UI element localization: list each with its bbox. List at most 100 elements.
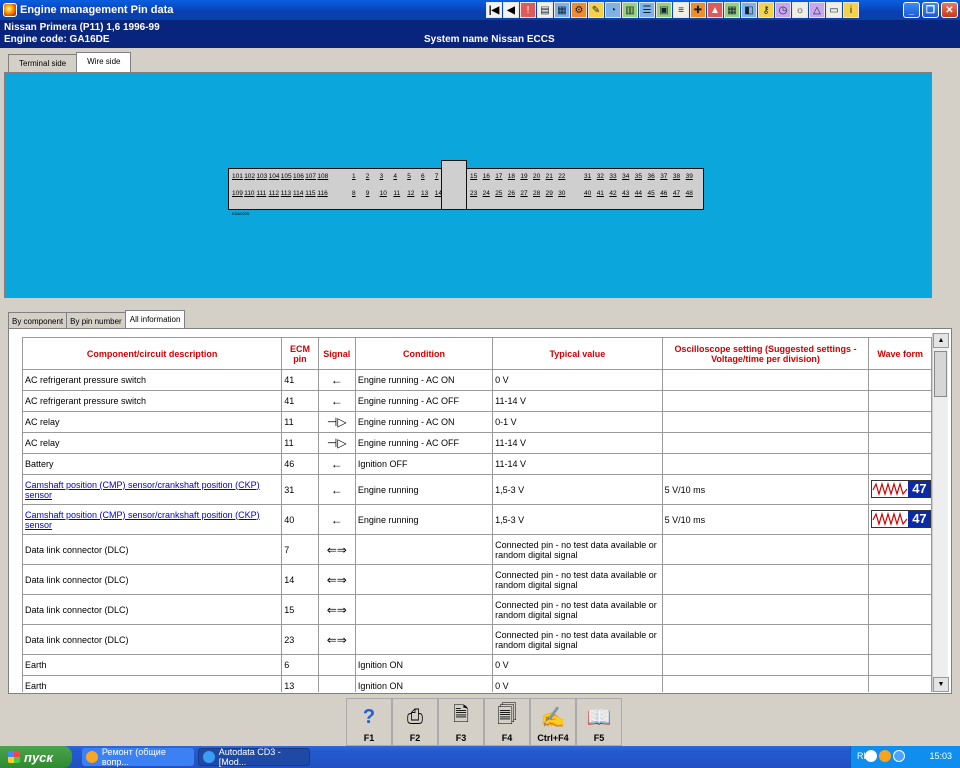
table-row[interactable]: Data link connector (DLC) 23 ⇐⇒ Connected p… — [21, 624, 932, 655]
table-row[interactable]: Camshaft position (CMP) sensor/crankshaf… — [21, 504, 932, 535]
close-icon[interactable]: ✕ — [941, 2, 958, 18]
connector-pin[interactable]: 39 — [686, 173, 693, 180]
connector-pin[interactable]: 31 — [584, 173, 591, 180]
diagram-icon[interactable]: ◧ — [741, 2, 757, 18]
table-row[interactable]: AC refrigerant pressure switch 41 ← Engine … — [21, 369, 932, 391]
connector-pin[interactable]: 106 — [293, 173, 304, 180]
connector-pin[interactable]: 2 — [366, 173, 370, 180]
connector-pin[interactable]: 8 — [352, 190, 356, 197]
first-record-icon[interactable]: |◀ — [486, 2, 502, 18]
component-link[interactable]: Camshaft position (CMP) sensor/crankshaf… — [25, 480, 260, 500]
connector-pin[interactable]: 111 — [256, 190, 266, 197]
connector-pin[interactable]: 46 — [660, 190, 667, 197]
connector-pin[interactable]: 22 — [558, 173, 565, 180]
connector-pin[interactable]: 107 — [305, 173, 316, 180]
language-indicator[interactable]: RL — [857, 751, 869, 761]
list-icon[interactable]: ☰ — [639, 2, 655, 18]
service-icon[interactable]: ▲ — [707, 2, 723, 18]
tab-all-information[interactable]: All information — [124, 310, 186, 330]
connector-pin[interactable]: 21 — [546, 173, 553, 180]
connector-pin[interactable]: 115 — [305, 190, 315, 197]
f1-button[interactable]: ? F1 — [346, 698, 392, 746]
connector-pin[interactable]: 113 — [281, 190, 291, 197]
antivirus-icon[interactable] — [879, 750, 891, 762]
connector-pin[interactable]: 116 — [317, 190, 327, 197]
table-row[interactable]: Data link connector (DLC) 7 ⇐⇒ Connected pi… — [21, 534, 932, 565]
connector-pin[interactable]: 35 — [635, 173, 642, 180]
module-icon[interactable]: ▣ — [656, 2, 672, 18]
scroll-down-icon[interactable]: ▼ — [933, 677, 949, 692]
table-row[interactable]: Earth 13 Ignition ON 0 V — [21, 675, 932, 692]
connector-pin[interactable]: 105 — [281, 173, 292, 180]
connector-pin[interactable]: 112 — [269, 190, 279, 197]
connector-pin[interactable]: 14 — [435, 190, 442, 197]
connector-pin[interactable]: 33 — [609, 173, 616, 180]
connector-pin[interactable]: 24 — [483, 190, 490, 197]
connector-pin[interactable]: 20 — [533, 173, 540, 180]
scroll-thumb[interactable] — [934, 351, 947, 397]
table-row[interactable]: Camshaft position (CMP) sensor/crankshaf… — [21, 474, 932, 505]
connector-pin[interactable]: 32 — [597, 173, 604, 180]
connector-pin[interactable]: 18 — [508, 173, 515, 180]
connector-pin[interactable]: 10 — [380, 190, 387, 197]
vertical-scrollbar[interactable]: ▲ ▼ — [932, 333, 949, 692]
connector-pin[interactable]: 3 — [380, 173, 384, 180]
connector-pin[interactable]: 103 — [256, 173, 267, 180]
connector-pin[interactable]: 15 — [470, 173, 477, 180]
connector-pin[interactable]: 12 — [407, 190, 414, 197]
key-icon[interactable]: ⚷ — [758, 2, 774, 18]
f4-button[interactable]: 🗐 F4 — [484, 698, 530, 746]
gauge-icon[interactable]: ◔ — [605, 2, 621, 18]
start-button[interactable]: пуск — [0, 746, 72, 768]
connector-pin[interactable]: 7 — [435, 173, 439, 180]
connector-pin[interactable]: 1 — [352, 173, 356, 180]
filter-icon[interactable]: ≡ — [673, 2, 689, 18]
table-row[interactable]: Data link connector (DLC) 14 ⇐⇒ Connected p… — [21, 564, 932, 595]
table-row[interactable]: Battery 46 ← Ignition OFF 11-14 V — [21, 453, 932, 475]
connector-pin[interactable]: 16 — [483, 173, 490, 180]
connector-pin[interactable]: 4 — [393, 173, 397, 180]
waveform-button[interactable]: 47 — [871, 480, 931, 498]
table-row[interactable]: AC relay 11 ⊣▷ Engine running - AC OFF 11-14… — [21, 432, 932, 454]
table-row[interactable]: Earth 6 Ignition ON 0 V — [21, 654, 932, 676]
connector-pin[interactable]: 42 — [609, 190, 616, 197]
waveform-button[interactable]: 47 — [871, 510, 931, 528]
info-icon[interactable]: i — [843, 2, 859, 18]
warning-icon[interactable]: ! — [520, 2, 536, 18]
connector-pin[interactable]: 102 — [244, 173, 255, 180]
table-row[interactable]: Data link connector (DLC) 15 ⇐⇒ Connected p… — [21, 594, 932, 625]
connector-pin[interactable]: 9 — [366, 190, 370, 197]
light-icon[interactable]: ☼ — [792, 2, 808, 18]
timing-icon[interactable]: ◷ — [775, 2, 791, 18]
component-link[interactable]: Camshaft position (CMP) sensor/crankshaf… — [25, 510, 260, 530]
connector-pin[interactable]: 109 — [232, 190, 243, 197]
minimize-icon[interactable]: _ — [903, 2, 920, 18]
connector-pin[interactable]: 29 — [546, 190, 553, 197]
connector-pin[interactable]: 40 — [584, 190, 591, 197]
scroll-up-icon[interactable]: ▲ — [933, 333, 949, 348]
ctrl-f4-button[interactable]: ✍ Ctrl+F4 — [530, 698, 576, 746]
wrench-icon[interactable]: ✚ — [690, 2, 706, 18]
connector-pin[interactable]: 110 — [244, 190, 254, 197]
connector-pin[interactable]: 101 — [232, 173, 243, 180]
connector-pin[interactable]: 19 — [520, 173, 527, 180]
connector-pin[interactable]: 30 — [558, 190, 565, 197]
restore-icon[interactable]: ❐ — [922, 2, 939, 18]
connector-pin[interactable]: 45 — [648, 190, 655, 197]
table-row[interactable]: AC relay 11 ⊣▷ Engine running - AC ON 0-1 V — [21, 411, 932, 433]
connector-pin[interactable]: 114 — [293, 190, 303, 197]
connector-pin[interactable]: 5 — [407, 173, 411, 180]
connector-pin[interactable]: 104 — [269, 173, 280, 180]
taskbar-item-browser[interactable]: Ремонт (общие вопр... — [82, 747, 194, 767]
connector-pin[interactable]: 48 — [686, 190, 693, 197]
chart-icon[interactable]: ▥ — [622, 2, 638, 18]
image-icon[interactable]: ▦ — [554, 2, 570, 18]
connector-pin[interactable]: 36 — [648, 173, 655, 180]
f5-button[interactable]: 📖 F5 — [576, 698, 622, 746]
connector-pin[interactable]: 25 — [495, 190, 502, 197]
previous-record-icon[interactable]: ◀ — [503, 2, 519, 18]
connector-pin[interactable]: 43 — [622, 190, 629, 197]
connector-pin[interactable]: 108 — [317, 173, 328, 180]
connector-pin[interactable]: 26 — [508, 190, 515, 197]
vehicle-icon[interactable]: ▭ — [826, 2, 842, 18]
